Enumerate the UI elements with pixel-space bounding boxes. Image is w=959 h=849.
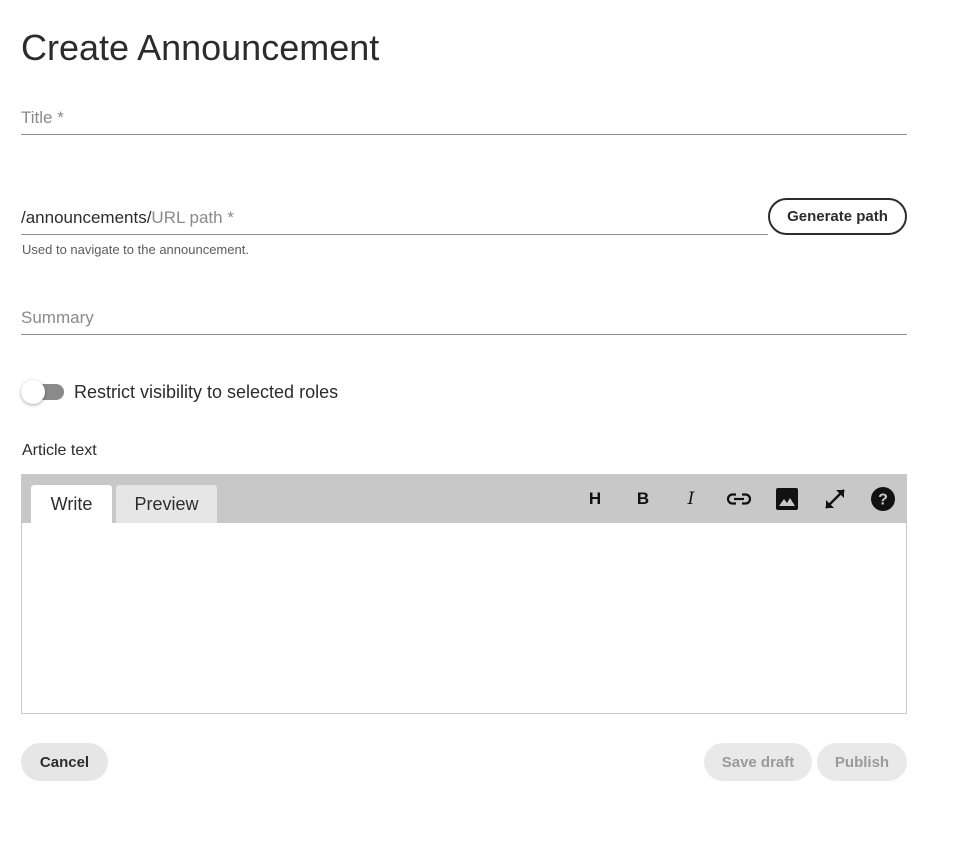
restrict-visibility-row: Restrict visibility to selected roles: [21, 380, 338, 404]
help-icon[interactable]: ?: [870, 486, 896, 512]
tab-preview[interactable]: Preview: [116, 485, 217, 523]
editor-toolbar: Write Preview H B I ?: [22, 475, 906, 523]
svg-text:?: ?: [878, 492, 888, 509]
url-path-input[interactable]: [151, 207, 768, 228]
bold-icon[interactable]: B: [630, 486, 656, 512]
summary-input[interactable]: [21, 303, 907, 333]
url-help-text: Used to navigate to the announcement.: [22, 242, 249, 257]
url-prefix: /announcements/: [21, 207, 152, 227]
editor-textarea[interactable]: [22, 523, 906, 713]
title-input[interactable]: [21, 103, 907, 133]
toggle-knob: [21, 380, 45, 404]
restrict-visibility-toggle[interactable]: [21, 380, 64, 404]
tab-write[interactable]: Write: [31, 485, 112, 523]
restrict-visibility-label: Restrict visibility to selected roles: [74, 381, 339, 402]
fullscreen-icon[interactable]: [822, 486, 848, 512]
article-text-label: Article text: [22, 442, 97, 459]
publish-button[interactable]: Publish: [817, 743, 907, 781]
markdown-editor: Write Preview H B I ?: [21, 474, 907, 714]
italic-icon[interactable]: I: [678, 486, 704, 512]
title-field[interactable]: [21, 101, 907, 135]
heading-icon[interactable]: H: [582, 486, 608, 512]
cancel-button[interactable]: Cancel: [21, 743, 108, 781]
save-draft-button[interactable]: Save draft: [704, 743, 812, 781]
summary-field[interactable]: [21, 301, 907, 335]
url-path-row: /announcements/ Generate path: [21, 198, 907, 238]
link-icon[interactable]: [726, 486, 752, 512]
image-icon[interactable]: [774, 486, 800, 512]
url-path-field[interactable]: /announcements/: [21, 201, 768, 235]
page-title: Create Announcement: [21, 27, 380, 68]
generate-path-button[interactable]: Generate path: [768, 198, 907, 235]
